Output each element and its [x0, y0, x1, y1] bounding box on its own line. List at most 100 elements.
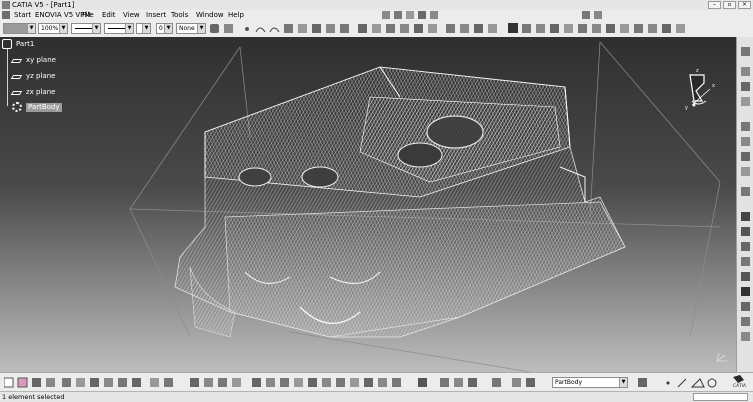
menu-start[interactable]: Start — [14, 10, 31, 20]
shell-icon[interactable] — [741, 302, 750, 311]
boolean-icon[interactable] — [492, 378, 501, 387]
save-icon[interactable] — [32, 378, 41, 387]
tree-item-xy-plane[interactable]: xy plane — [26, 56, 56, 65]
knowledge-icon[interactable] — [164, 378, 173, 387]
zoom-out-icon[interactable] — [308, 378, 317, 387]
layer-combo[interactable]: 0 ▼ — [156, 23, 173, 34]
close-button[interactable]: × — [738, 1, 751, 9]
variable-fillet-icon[interactable] — [741, 257, 750, 266]
color-combo[interactable]: ▼ — [3, 23, 36, 34]
hole-icon[interactable] — [741, 137, 750, 146]
menu-edit[interactable]: Edit — [102, 10, 116, 20]
pad-icon[interactable] — [741, 67, 750, 76]
trim-icon[interactable] — [400, 24, 409, 33]
painter-icon[interactable] — [210, 24, 219, 33]
minimize-button[interactable]: – — [708, 1, 721, 9]
macro-icon[interactable] — [582, 11, 590, 19]
join-icon[interactable] — [372, 24, 381, 33]
snap-icon[interactable] — [382, 11, 390, 19]
define-work-object-icon[interactable] — [512, 378, 521, 387]
line-icon[interactable] — [677, 378, 687, 388]
command-input[interactable] — [693, 393, 748, 401]
spline-icon[interactable] — [269, 27, 280, 33]
whats-this-icon[interactable] — [132, 378, 141, 387]
chamfer-icon[interactable] — [522, 24, 531, 33]
redo-icon[interactable] — [118, 378, 127, 387]
rotate-view-icon[interactable] — [280, 378, 289, 387]
analysis-icon[interactable] — [676, 24, 685, 33]
tree-expand-icon[interactable] — [204, 378, 213, 387]
multi-view-icon[interactable] — [336, 378, 345, 387]
pad-icon[interactable] — [594, 11, 602, 19]
cylinder-icon[interactable] — [638, 378, 647, 387]
line-thickness-combo[interactable]: ▼ — [71, 23, 101, 34]
tree-root-part[interactable]: Part1 — [16, 40, 34, 49]
thread-icon[interactable] — [741, 332, 750, 341]
thread-icon[interactable] — [592, 24, 601, 33]
axis-icon[interactable] — [430, 11, 438, 19]
thickness-icon[interactable] — [741, 317, 750, 326]
point-icon[interactable] — [666, 381, 670, 385]
swap-icon[interactable] — [418, 11, 426, 19]
hide-show-icon[interactable] — [378, 378, 387, 387]
3d-viewport[interactable]: x y z Part1 xy plane yz plane zx plane P… — [0, 37, 736, 372]
brush-icon[interactable] — [224, 24, 233, 33]
compass-icon[interactable]: x y z — [685, 68, 715, 111]
current-body-combo[interactable]: PartBody ▼ — [552, 377, 628, 388]
fit-all-icon[interactable] — [252, 378, 261, 387]
extract-icon[interactable] — [428, 24, 437, 33]
fill-icon[interactable] — [340, 24, 349, 33]
edge-fillet-icon[interactable] — [741, 242, 750, 251]
union-icon[interactable] — [508, 23, 518, 33]
tree-item-partbody[interactable]: PartBody — [26, 103, 62, 112]
loft-icon[interactable] — [326, 24, 335, 33]
iso-view-icon[interactable] — [350, 378, 359, 387]
multi-section-icon[interactable] — [741, 212, 750, 221]
sketch-icon[interactable] — [634, 24, 643, 33]
offset-icon[interactable] — [358, 24, 367, 33]
shading-icon[interactable] — [364, 378, 373, 387]
swap-space-icon[interactable] — [392, 378, 401, 387]
shaft-icon[interactable] — [741, 97, 750, 106]
print-icon[interactable] — [46, 378, 55, 387]
rib-icon[interactable] — [741, 152, 750, 161]
cut-icon[interactable] — [62, 378, 71, 387]
plane-icon[interactable] — [690, 378, 705, 388]
tree-item-yz-plane[interactable]: yz plane — [26, 72, 55, 81]
grid-icon[interactable] — [394, 11, 402, 19]
fillet-icon[interactable] — [536, 24, 545, 33]
rotate-icon[interactable] — [460, 24, 469, 33]
paste-icon[interactable] — [90, 378, 99, 387]
line-icon[interactable] — [662, 24, 671, 33]
sketcher-icon[interactable] — [741, 47, 750, 56]
new-icon[interactable] — [4, 377, 14, 388]
removed-section-icon[interactable] — [741, 227, 750, 236]
replace-face-icon[interactable] — [620, 24, 629, 33]
scan-icon[interactable] — [526, 378, 535, 387]
draft-angle-icon[interactable] — [741, 287, 750, 296]
measure-between-icon[interactable] — [454, 378, 463, 387]
chamfer-icon[interactable] — [741, 272, 750, 281]
boundary-icon[interactable] — [414, 24, 423, 33]
normal-to-icon[interactable] — [322, 378, 331, 387]
formula-icon[interactable] — [150, 378, 159, 387]
menu-window[interactable]: Window — [196, 10, 224, 20]
update-icon[interactable] — [418, 378, 427, 387]
slot-icon[interactable] — [741, 167, 750, 176]
plane-icon[interactable] — [648, 24, 657, 33]
copy-icon[interactable] — [76, 378, 85, 387]
menu-view[interactable]: View — [123, 10, 140, 20]
translate-icon[interactable] — [446, 24, 455, 33]
menu-help[interactable]: Help — [228, 10, 244, 20]
circle-icon[interactable] — [707, 378, 717, 388]
thickness-icon[interactable] — [578, 24, 587, 33]
split-icon[interactable] — [386, 24, 395, 33]
menu-file[interactable]: File — [82, 10, 94, 20]
constraint-icon[interactable] — [440, 378, 449, 387]
arc-icon[interactable] — [255, 27, 266, 33]
draft-icon[interactable] — [550, 24, 559, 33]
extrude-icon[interactable] — [284, 24, 293, 33]
revolve-icon[interactable] — [298, 24, 307, 33]
maximize-button[interactable]: ▫ — [723, 1, 736, 9]
measure-icon[interactable] — [406, 11, 414, 19]
